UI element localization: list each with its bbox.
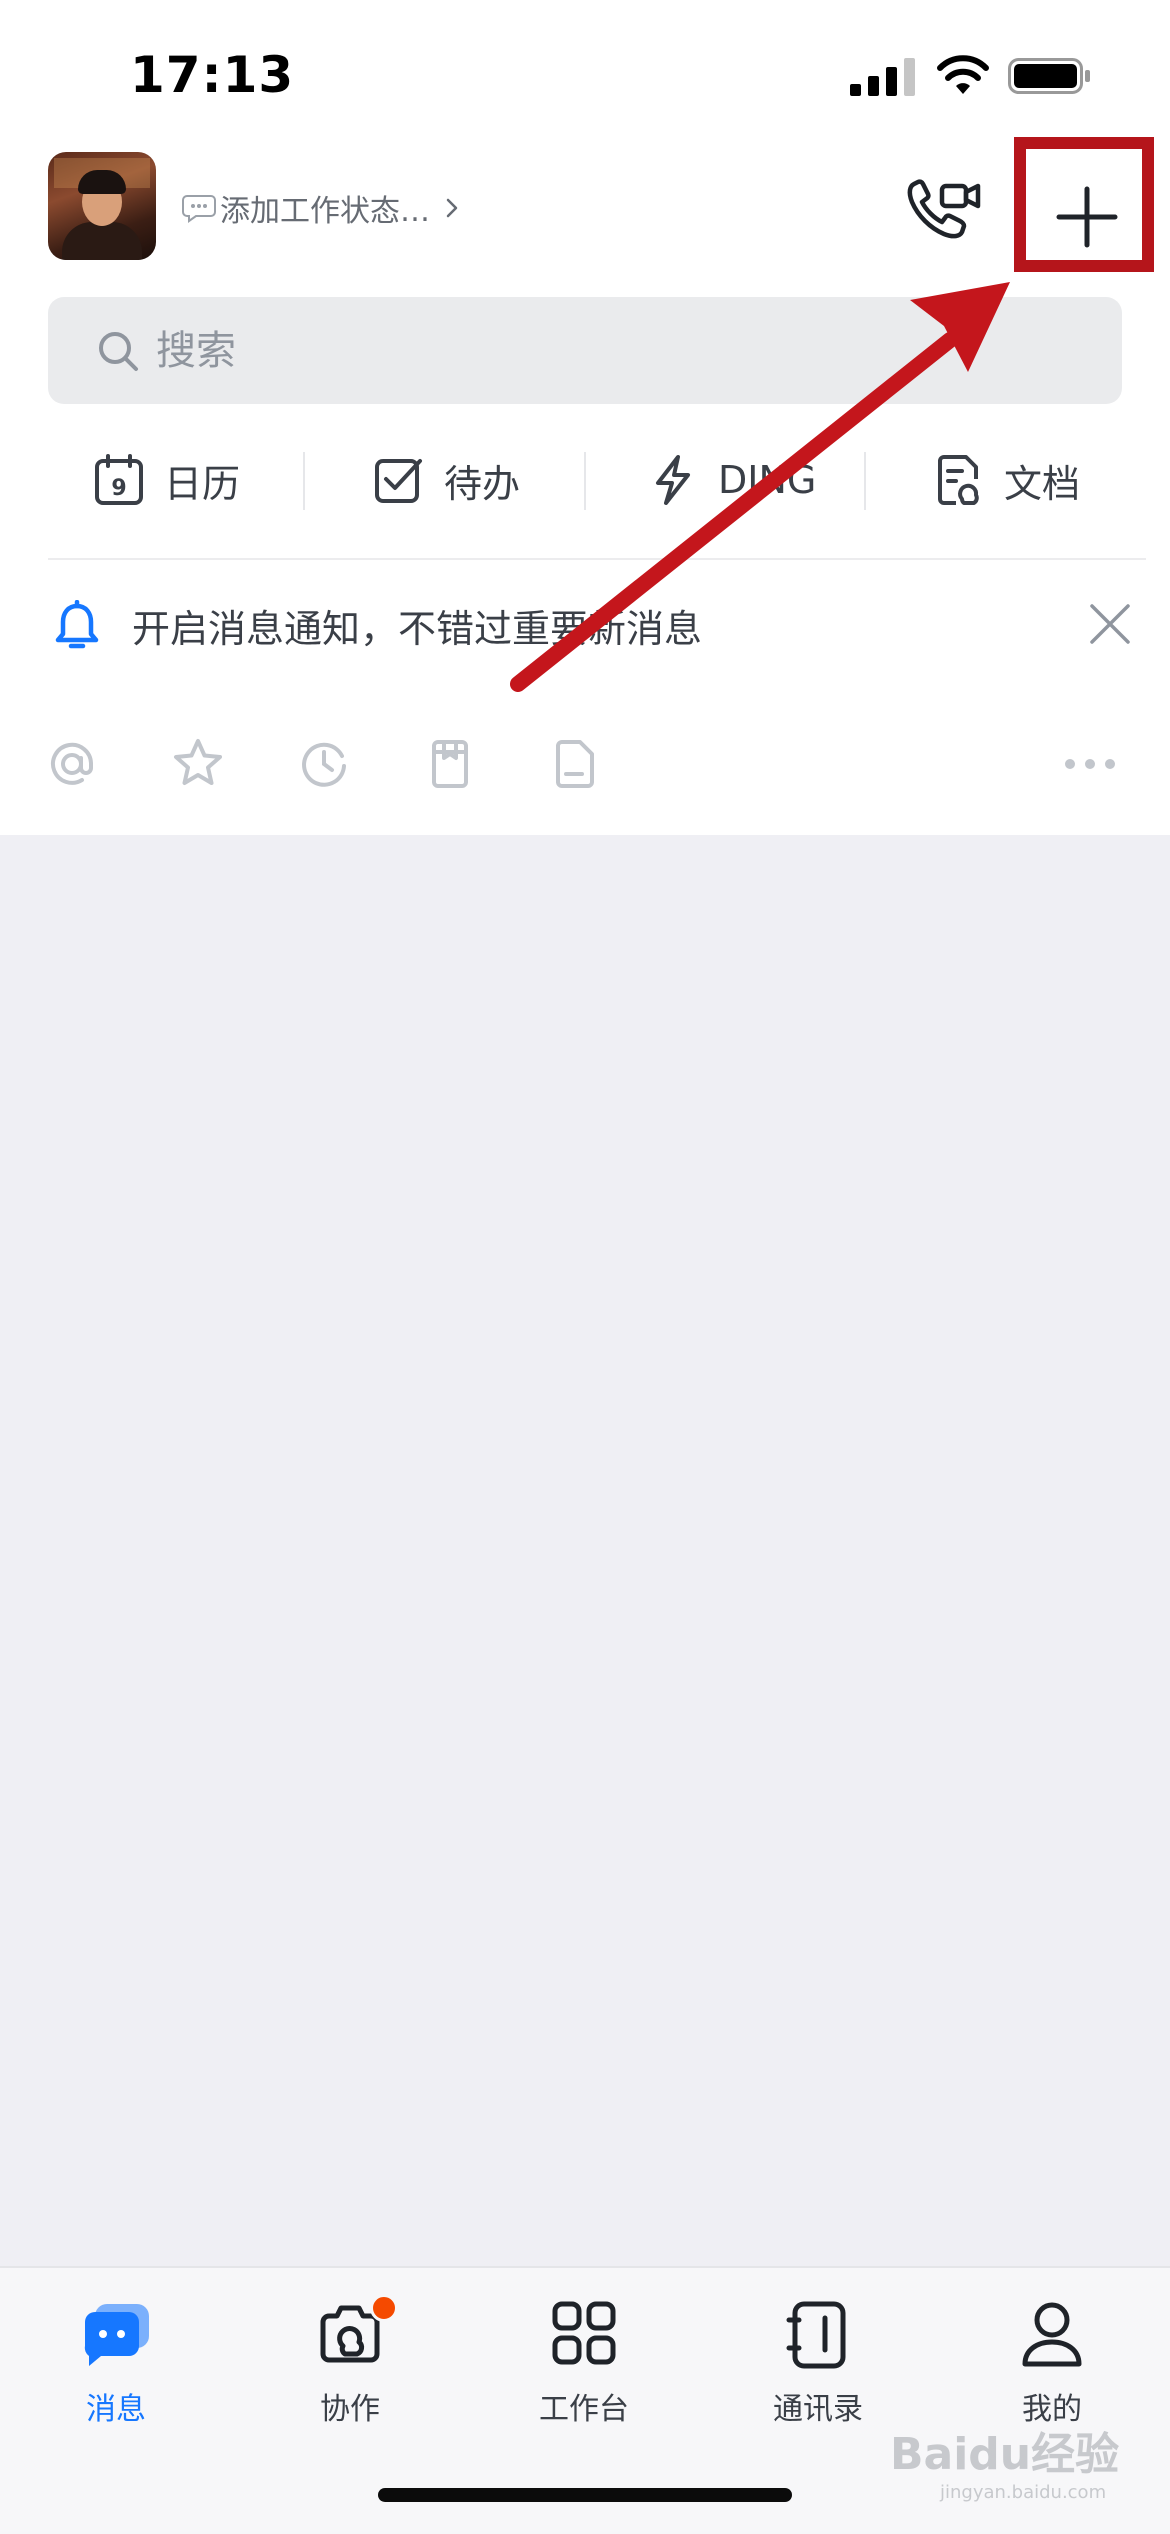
annotation-highlight-box (1014, 137, 1154, 272)
tab-label: 消息 (86, 2392, 146, 2427)
quick-tab-label: 日历 (164, 461, 241, 506)
document-icon (938, 455, 979, 505)
battery-icon (1008, 58, 1090, 94)
svg-text:9: 9 (111, 476, 126, 501)
chevron-right-icon (446, 198, 458, 218)
divider (584, 452, 586, 510)
more-icon[interactable] (1062, 736, 1118, 792)
quick-tab-label: 文档 (1004, 461, 1081, 506)
signal-icon (850, 58, 915, 96)
checkbox-icon (375, 459, 422, 503)
messages-icon (84, 2304, 149, 2366)
notification-text: 开启消息通知，不错过重要新消息 (132, 607, 703, 651)
watermark-url: jingyan.baidu.com (940, 2482, 1107, 2503)
tab-contacts[interactable]: 通讯录 (738, 2268, 898, 2438)
close-icon[interactable] (1086, 600, 1134, 648)
home-indicator (378, 2488, 792, 2502)
file-icon[interactable] (548, 736, 604, 792)
tab-workbench[interactable]: 工作台 (504, 2268, 664, 2438)
separator (48, 558, 1146, 560)
clock-icon[interactable] (296, 736, 352, 792)
tab-label: 协作 (320, 2392, 380, 2427)
message-filters (0, 728, 1170, 798)
search-icon (99, 331, 138, 371)
quick-tab-todo[interactable]: 待办 (372, 440, 520, 520)
notification-banner[interactable]: 开启消息通知，不错过重要新消息 (0, 580, 1170, 670)
lightning-icon (656, 455, 690, 505)
search-bar[interactable] (48, 297, 1122, 404)
quick-tab-docs[interactable]: 文档 (932, 440, 1080, 520)
tab-me[interactable]: 我的 (972, 2268, 1132, 2438)
avatar[interactable] (48, 152, 156, 260)
work-status-button[interactable]: 添加工作状态… (182, 186, 460, 230)
video-call-icon[interactable] (904, 176, 982, 242)
divider (303, 452, 305, 510)
bookmark-icon[interactable] (422, 736, 478, 792)
quick-tab-ding[interactable]: DING (646, 440, 816, 520)
divider (864, 452, 866, 510)
work-status-label: 添加工作状态… (220, 194, 430, 229)
quick-tab-calendar[interactable]: 9 日历 (92, 440, 240, 520)
search-input[interactable] (154, 326, 958, 375)
notification-dot (370, 2294, 398, 2322)
wifi-icon (937, 55, 989, 94)
content-background (0, 0, 1170, 835)
watermark-logo: Baidu经验 (890, 2429, 1120, 2480)
person-icon (1022, 2302, 1082, 2367)
tab-label: 工作台 (539, 2392, 629, 2427)
contacts-book-icon (786, 2301, 846, 2369)
tab-label: 通讯录 (773, 2392, 863, 2427)
calendar-icon: 9 (95, 454, 143, 505)
star-icon[interactable] (170, 736, 226, 792)
grid-icon (552, 2301, 616, 2365)
quick-tab-label: 待办 (444, 461, 521, 506)
bell-icon (55, 600, 99, 649)
tab-messages[interactable]: 消息 (36, 2268, 196, 2438)
at-icon[interactable] (44, 736, 100, 792)
quick-tab-label: DING (718, 458, 817, 502)
tab-collaboration[interactable]: 协作 (270, 2268, 430, 2438)
status-time: 17:13 (130, 46, 295, 104)
chat-bubble-icon (182, 195, 216, 223)
